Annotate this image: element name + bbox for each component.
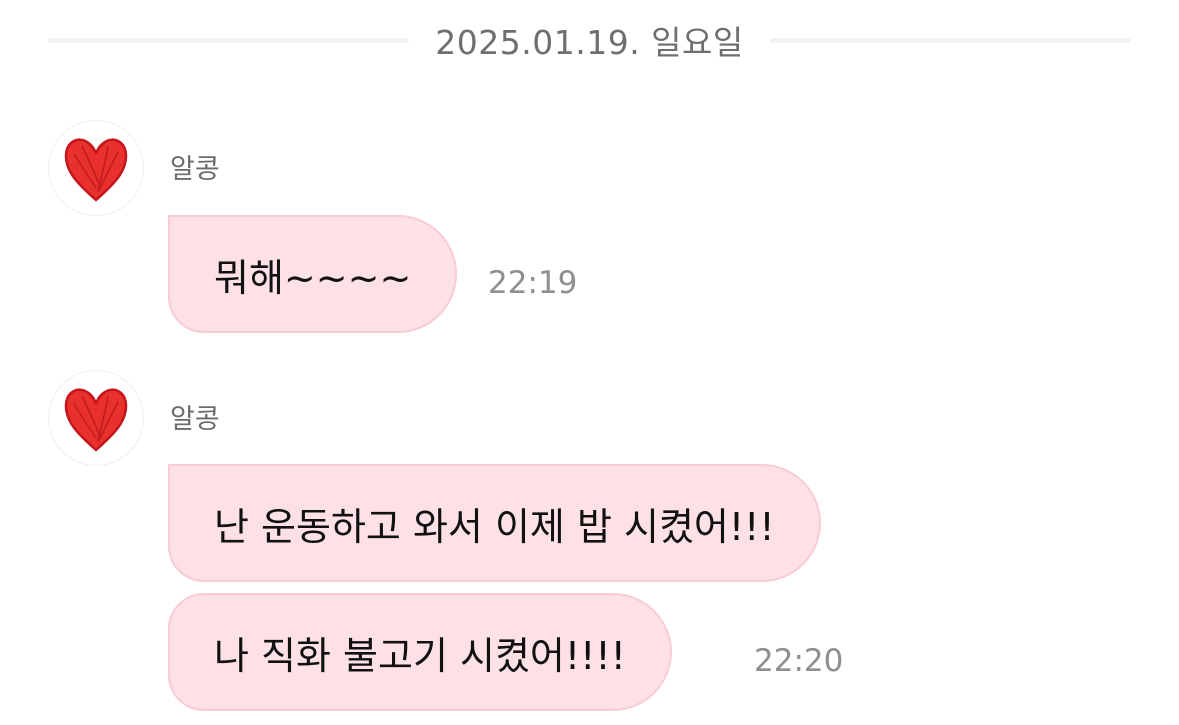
date-divider-line-left bbox=[48, 37, 410, 43]
message-time: 22:20 bbox=[754, 643, 844, 679]
sender-name: 알콩 bbox=[170, 404, 220, 435]
message-bubble[interactable]: 나 직화 불고기 시켰어!!!! bbox=[168, 593, 672, 711]
red-heart-icon bbox=[64, 138, 128, 202]
sender-name: 알콩 bbox=[170, 154, 220, 185]
date-label: 2025.01.19. 일요일 bbox=[435, 23, 744, 62]
message-bubble[interactable]: 뭐해~~~~ bbox=[168, 215, 458, 333]
red-heart-icon bbox=[64, 388, 128, 452]
sender-avatar[interactable] bbox=[48, 120, 144, 216]
date-divider-line-right bbox=[769, 37, 1132, 43]
message-bubble[interactable]: 난 운동하고 와서 이제 밥 시켰어!!! bbox=[168, 464, 821, 582]
message-time: 22:19 bbox=[488, 265, 578, 301]
sender-avatar[interactable] bbox=[48, 370, 144, 466]
date-divider: 2025.01.19. 일요일 bbox=[48, 16, 1132, 64]
